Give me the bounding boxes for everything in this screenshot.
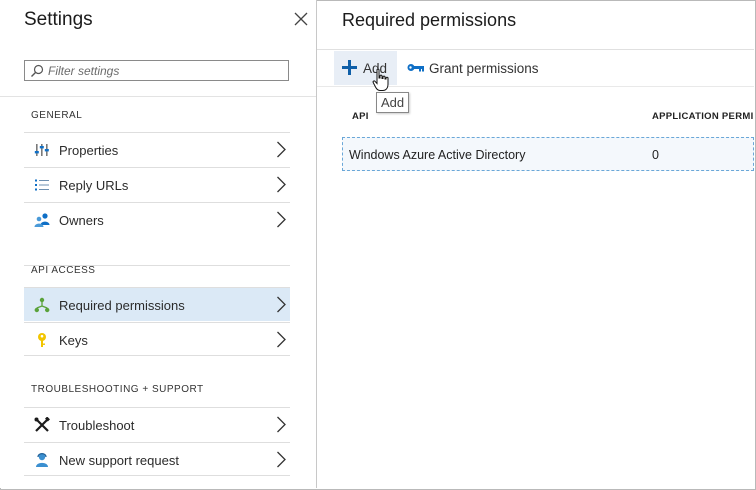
- grant-key-icon: [407, 64, 424, 72]
- table-row[interactable]: Windows Azure Active Directory 0: [342, 137, 754, 171]
- tools-icon: [34, 417, 50, 432]
- column-header-api[interactable]: API: [352, 111, 369, 122]
- plus-icon: [342, 60, 357, 75]
- application-permissions-cell: 0: [652, 148, 659, 162]
- divider: [317, 49, 754, 50]
- settings-item-label: Keys: [59, 333, 88, 348]
- section-label-troubleshooting: TROUBLESHOOTING + SUPPORT: [31, 384, 204, 395]
- settings-item-reply-urls[interactable]: Reply URLs: [24, 167, 290, 201]
- add-tooltip: Add: [376, 92, 410, 113]
- chevron-right-icon: [277, 211, 286, 228]
- settings-item-label: Owners: [59, 213, 104, 228]
- settings-title: Settings: [24, 9, 93, 30]
- search-icon: [31, 64, 44, 77]
- key-icon: [38, 333, 46, 347]
- settings-item-keys[interactable]: Keys: [24, 322, 290, 356]
- owners-icon: [34, 213, 50, 227]
- divider: [0, 96, 316, 97]
- support-icon: [36, 453, 48, 467]
- close-icon[interactable]: [292, 10, 310, 28]
- section-label-general: GENERAL: [31, 110, 83, 121]
- required-permissions-title: Required permissions: [342, 10, 517, 30]
- settings-item-required-permissions[interactable]: Required permissions: [24, 287, 290, 321]
- chevron-right-icon: [277, 416, 286, 433]
- network-icon: [34, 297, 50, 313]
- hand-cursor-icon: [372, 68, 389, 91]
- filter-settings-input[interactable]: [48, 62, 284, 79]
- chevron-right-icon: [277, 451, 286, 468]
- chevron-right-icon: [277, 176, 286, 193]
- section-label-api-access: API ACCESS: [31, 265, 96, 276]
- settings-item-owners[interactable]: Owners: [24, 202, 290, 236]
- filter-settings-field[interactable]: [24, 60, 289, 81]
- settings-item-label: Properties: [59, 143, 119, 158]
- grant-permissions-label: Grant permissions: [429, 61, 539, 76]
- settings-item-troubleshoot[interactable]: Troubleshoot: [24, 407, 290, 441]
- list-icon: [35, 179, 49, 191]
- settings-item-new-support-request[interactable]: New support request: [24, 442, 290, 476]
- settings-item-properties[interactable]: Properties: [24, 132, 290, 166]
- grant-permissions-button[interactable]: Grant permissions: [404, 51, 544, 85]
- settings-item-label: Reply URLs: [59, 178, 129, 193]
- settings-item-label: New support request: [59, 453, 179, 468]
- chevron-right-icon: [277, 141, 286, 158]
- chevron-right-icon: [277, 331, 286, 348]
- column-header-application-permissions[interactable]: APPLICATION PERMI: [652, 111, 754, 122]
- settings-blade: Settings GENERAL Properties Reply URLs: [0, 0, 317, 488]
- api-cell: Windows Azure Active Directory: [349, 148, 526, 162]
- chevron-right-icon: [277, 296, 286, 313]
- settings-item-label: Required permissions: [59, 298, 185, 313]
- properties-icon: [34, 144, 49, 156]
- settings-item-label: Troubleshoot: [59, 418, 135, 433]
